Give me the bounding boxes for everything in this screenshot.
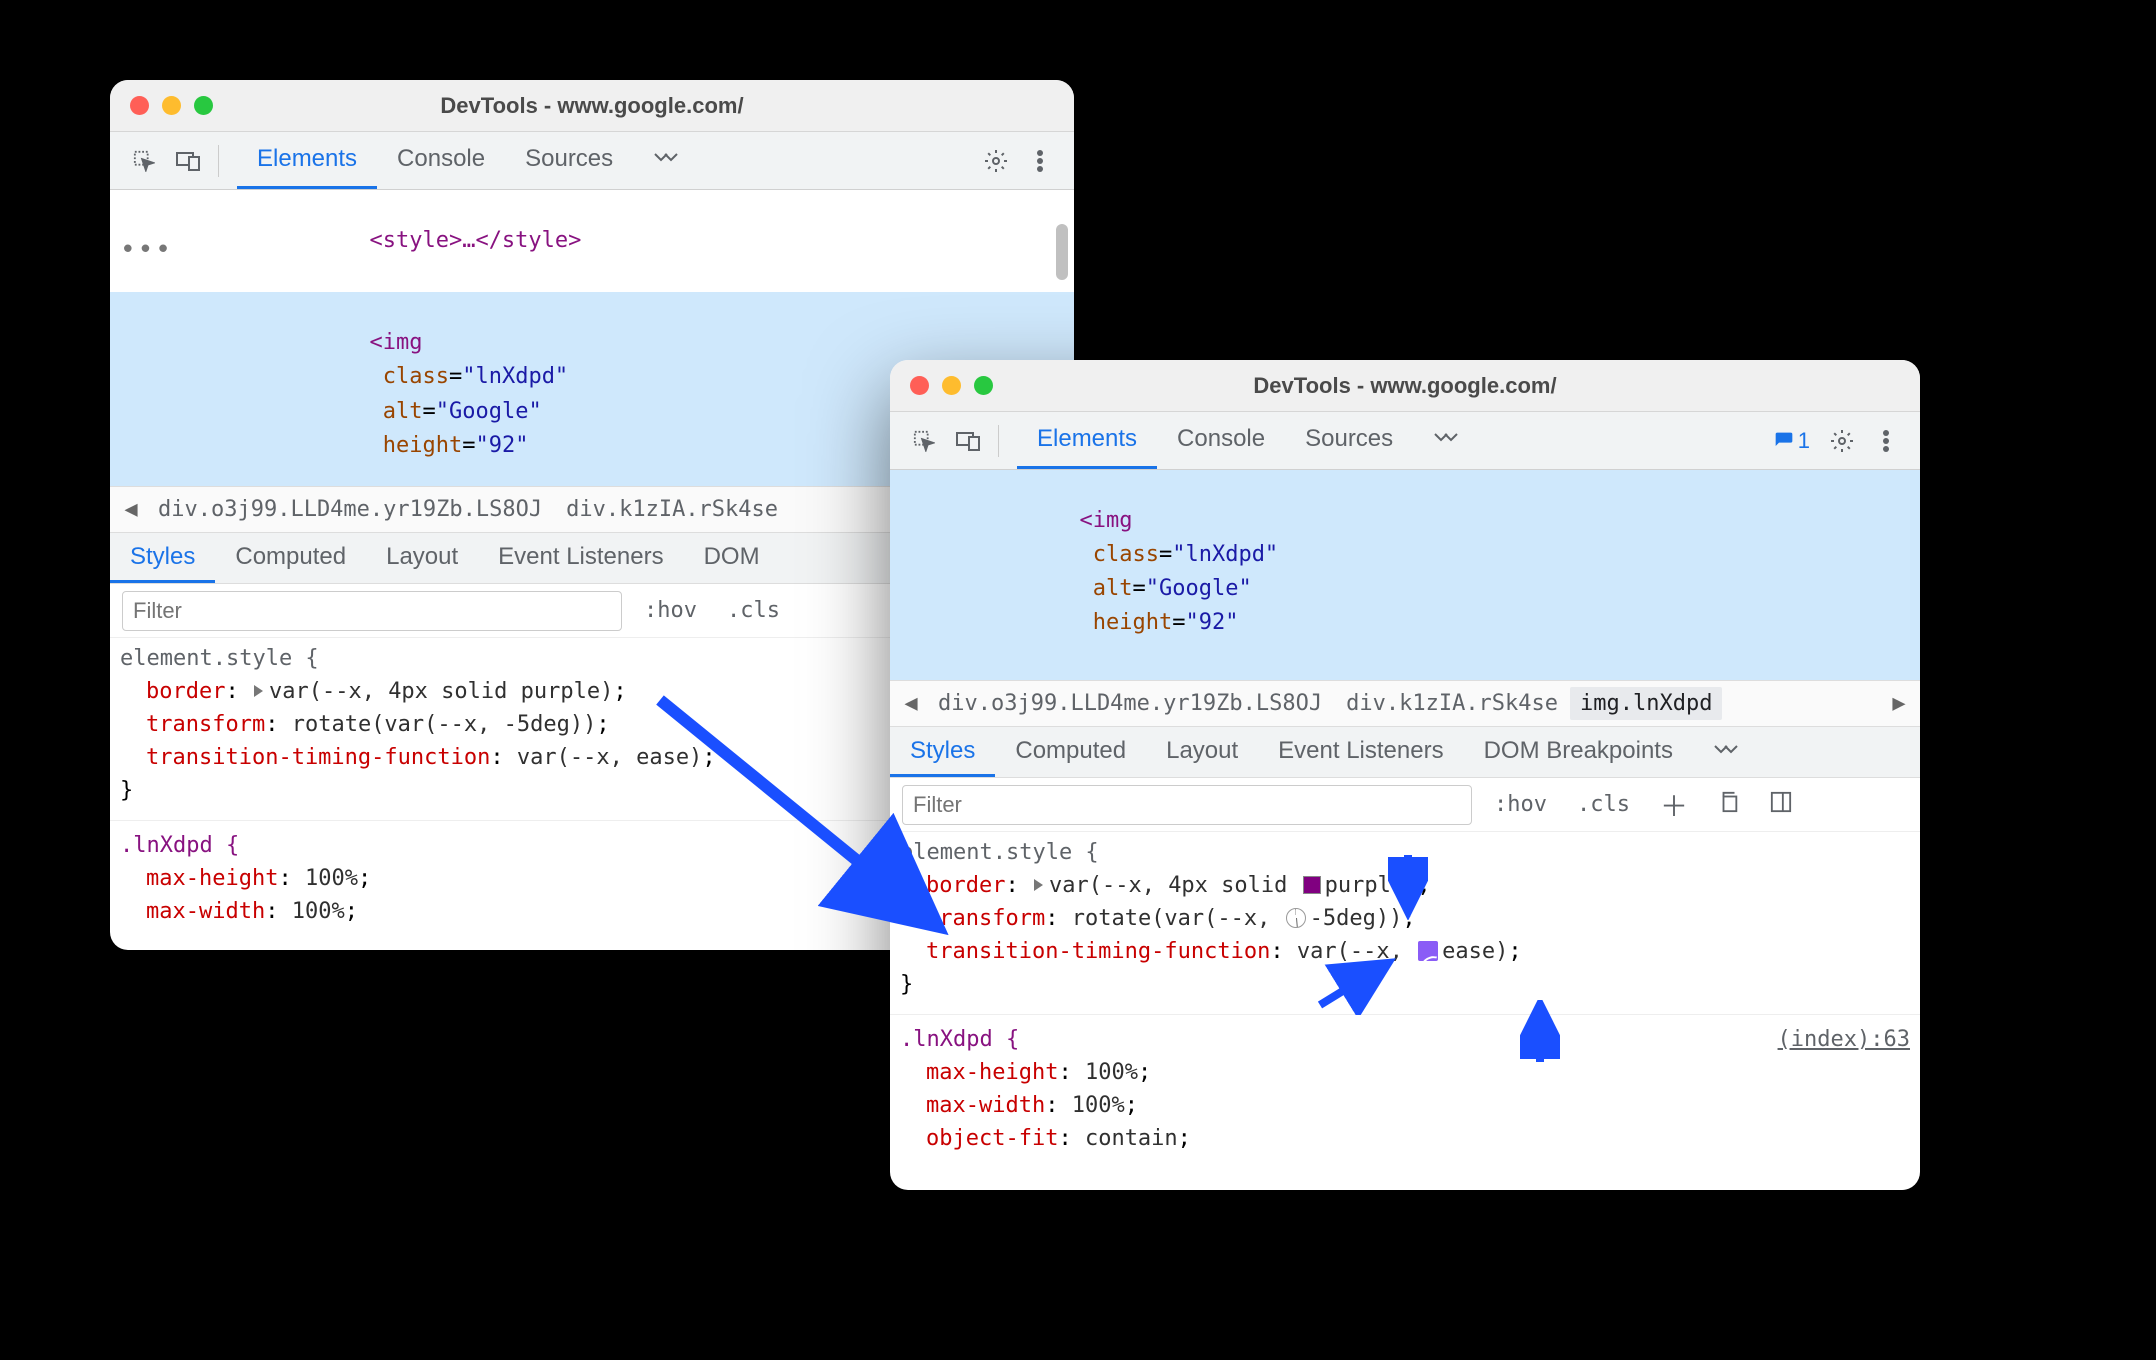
tab-sources[interactable]: Sources [505, 132, 633, 189]
subtab-dom-breakpoints[interactable]: DOM [684, 533, 780, 583]
computed-sidebar-icon[interactable] [1762, 791, 1800, 819]
titlebar[interactable]: DevTools - www.google.com/ [890, 360, 1920, 412]
tab-console[interactable]: Console [377, 132, 505, 189]
copy-changes-icon[interactable] [1710, 791, 1748, 819]
subtabs-overflow-icon[interactable] [1693, 727, 1759, 777]
cls-toggle[interactable]: .cls [1569, 792, 1638, 817]
breadcrumbs[interactable]: ◀ div.o3j99.LLD4me.yr19Zb.LS8OJ div.k1zI… [890, 680, 1920, 726]
subtab-computed[interactable]: Computed [995, 727, 1146, 777]
traffic-lights [130, 96, 213, 115]
css-declaration[interactable]: max-width: 100%; [900, 1089, 1910, 1122]
main-toolbar: Elements Console Sources 1 [890, 412, 1920, 470]
tab-console[interactable]: Console [1157, 412, 1285, 469]
tab-sources[interactable]: Sources [1285, 412, 1413, 469]
breadcrumb-left-icon[interactable]: ◀ [116, 497, 146, 522]
device-toggle-icon[interactable] [948, 421, 988, 461]
css-declaration[interactable]: max-height: 100%; [900, 1056, 1910, 1089]
dom-tree[interactable]: <img class="lnXdpd" alt="Google" height=… [890, 470, 1920, 680]
breadcrumb-item-active[interactable]: img.lnXdpd [1570, 687, 1722, 720]
issues-button[interactable]: 1 [1766, 428, 1818, 454]
new-rule-icon[interactable]: ＋ [1652, 785, 1696, 825]
dom-line[interactable]: <style>…</style> [110, 190, 1074, 292]
subtab-event-listeners[interactable]: Event Listeners [478, 533, 683, 583]
minimize-icon[interactable] [942, 376, 961, 395]
titlebar[interactable]: DevTools - www.google.com/ [110, 80, 1074, 132]
color-swatch-icon[interactable] [1303, 876, 1321, 894]
styles-subtabs: Styles Computed Layout Event Listeners D… [890, 726, 1920, 778]
breadcrumb-item[interactable]: div.o3j99.LLD4me.yr19Zb.LS8OJ [146, 497, 554, 522]
breadcrumb-right-icon[interactable]: ▶ [1884, 691, 1914, 716]
tabs-overflow-icon[interactable] [1413, 412, 1479, 469]
tab-elements[interactable]: Elements [237, 132, 377, 189]
kebab-menu-icon[interactable] [1866, 421, 1906, 461]
close-icon[interactable] [130, 96, 149, 115]
subtab-event-listeners[interactable]: Event Listeners [1258, 727, 1463, 777]
source-link[interactable]: (index):63 [1778, 1023, 1910, 1056]
styles-filterbar: :hov .cls ＋ [890, 778, 1920, 832]
subtab-dom-breakpoints[interactable]: DOM Breakpoints [1464, 727, 1693, 777]
cls-toggle[interactable]: .cls [719, 598, 788, 623]
breadcrumb-item[interactable]: div.o3j99.LLD4me.yr19Zb.LS8OJ [926, 691, 1334, 716]
panel-tabs: Elements Console Sources [237, 132, 699, 189]
breadcrumb-item[interactable]: div.k1zIA.rSk4se [1334, 691, 1570, 716]
css-declaration[interactable]: object-fit: contain; [900, 1122, 1910, 1155]
angle-swatch-icon[interactable] [1286, 908, 1306, 928]
panel-tabs: Elements Console Sources [1017, 412, 1479, 469]
css-declaration[interactable]: transition-timing-function: var(--x, eas… [900, 935, 1910, 968]
settings-icon[interactable] [976, 141, 1016, 181]
subtab-styles[interactable]: Styles [110, 533, 215, 583]
subtab-layout[interactable]: Layout [1146, 727, 1258, 777]
issues-count: 1 [1798, 428, 1810, 454]
styles-filter-input[interactable] [902, 785, 1472, 825]
css-declaration[interactable]: border: var(--x, 4px solid purple); [900, 869, 1910, 902]
overflow-dots-icon[interactable]: ••• [120, 230, 173, 270]
zoom-icon[interactable] [194, 96, 213, 115]
window-title: DevTools - www.google.com/ [126, 93, 1058, 119]
inspect-icon[interactable] [904, 421, 944, 461]
selector[interactable]: element.style { [900, 836, 1910, 869]
kebab-menu-icon[interactable] [1020, 141, 1060, 181]
inspect-icon[interactable] [124, 141, 164, 181]
settings-icon[interactable] [1822, 421, 1862, 461]
expander-icon[interactable] [254, 685, 263, 697]
breadcrumb-item[interactable]: div.k1zIA.rSk4se [554, 497, 790, 522]
expander-icon[interactable] [1034, 879, 1043, 891]
hov-toggle[interactable]: :hov [636, 598, 705, 623]
css-declaration[interactable]: transform: rotate(var(--x, -5deg)); [900, 902, 1910, 935]
minimize-icon[interactable] [162, 96, 181, 115]
bezier-swatch-icon[interactable] [1418, 941, 1438, 961]
traffic-lights [910, 376, 993, 395]
devtools-window-right: DevTools - www.google.com/ Elements Cons… [890, 360, 1920, 1190]
device-toggle-icon[interactable] [168, 141, 208, 181]
zoom-icon[interactable] [974, 376, 993, 395]
main-toolbar: Elements Console Sources [110, 132, 1074, 190]
styles-pane[interactable]: element.style { border: var(--x, 4px sol… [890, 832, 1920, 1159]
selector[interactable]: .lnXdpd { [900, 1023, 1019, 1056]
brace-close: } [900, 968, 1910, 1001]
tabs-overflow-icon[interactable] [633, 132, 699, 189]
scrollbar-thumb[interactable] [1056, 224, 1068, 280]
dom-selected-element[interactable]: <img class="lnXdpd" alt="Google" height=… [890, 470, 1920, 680]
subtab-layout[interactable]: Layout [366, 533, 478, 583]
close-icon[interactable] [910, 376, 929, 395]
window-title: DevTools - www.google.com/ [906, 373, 1904, 399]
subtab-styles[interactable]: Styles [890, 727, 995, 777]
hov-toggle[interactable]: :hov [1486, 792, 1555, 817]
subtab-computed[interactable]: Computed [215, 533, 366, 583]
breadcrumb-left-icon[interactable]: ◀ [896, 691, 926, 716]
styles-filter-input[interactable] [122, 591, 622, 631]
tab-elements[interactable]: Elements [1017, 412, 1157, 469]
